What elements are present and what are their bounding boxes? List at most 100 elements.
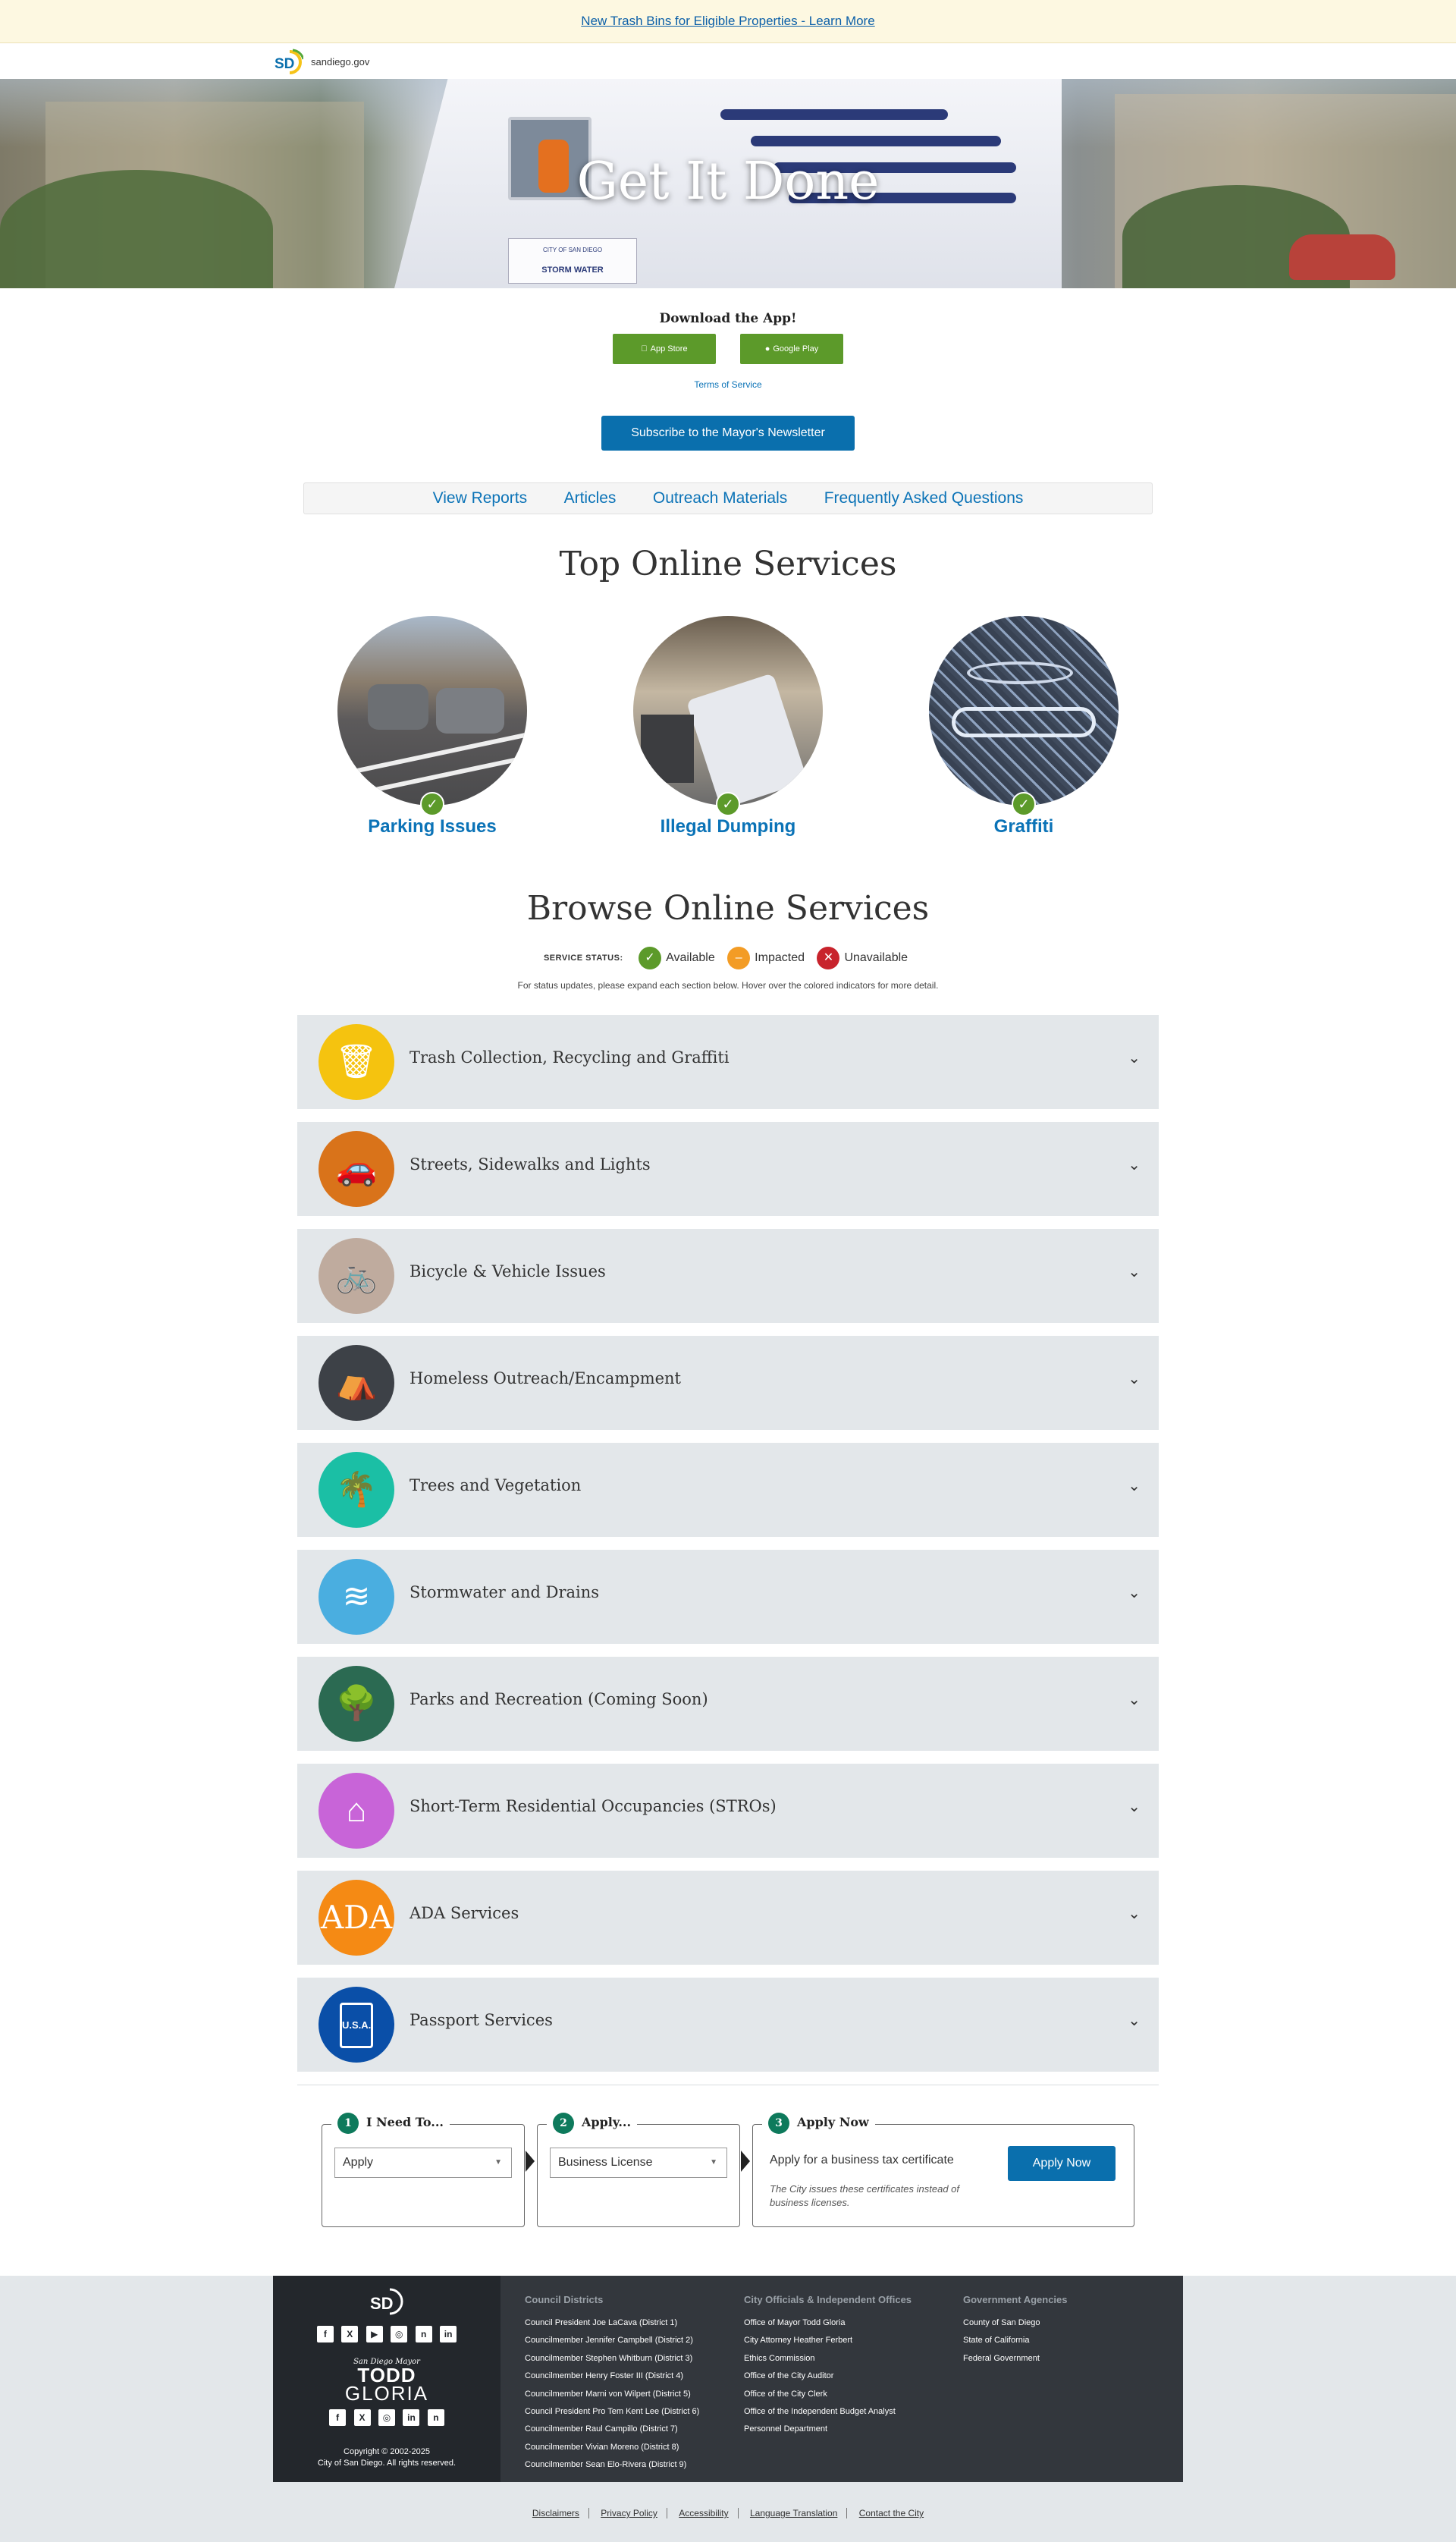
accordion-stros[interactable]: ⌂ Short-Term Residential Occupancies (ST… (297, 1764, 1159, 1858)
nav-view-reports[interactable]: View Reports (433, 483, 528, 514)
chevron-down-icon: ⌄ (1128, 1799, 1141, 1815)
footer-link[interactable]: City Attorney Heather Ferbert (744, 2332, 912, 2349)
footer-link[interactable]: Office of the Independent Budget Analyst (744, 2403, 912, 2421)
facebook-icon[interactable]: f (316, 2326, 334, 2342)
footer-link[interactable]: County of San Diego (963, 2314, 1068, 2332)
newsletter-button[interactable]: Subscribe to the Mayor's Newsletter (601, 416, 855, 451)
top-service-parking[interactable]: ✓ Parking Issues (337, 616, 527, 844)
footer-link[interactable]: Personnel Department (744, 2421, 912, 2438)
copyright: Copyright © 2002-2025 City of San Diego.… (317, 2447, 457, 2468)
footer-link[interactable]: Office of the City Auditor (744, 2368, 912, 2385)
footer-link[interactable]: Councilmember Vivian Moreno (District 8) (525, 2439, 699, 2456)
step-arrow-icon (741, 2151, 750, 2172)
status-available: ✓ Available (639, 947, 715, 969)
terms-of-service-link[interactable]: Terms of Service (0, 379, 1456, 390)
footer-link[interactable]: Council President Joe LaCava (District 1… (525, 2314, 699, 2332)
site-header: SD sandiego.gov (0, 44, 1456, 79)
contact-city-link[interactable]: Contact the City (850, 2508, 933, 2518)
nav-articles[interactable]: Articles (564, 483, 617, 514)
site-domain[interactable]: sandiego.gov (311, 56, 369, 68)
accordion-trash[interactable]: 🗑 Trash Collection, Recycling and Graffi… (297, 1015, 1159, 1109)
accordion-passport[interactable]: U.S.A. Passport Services ⌄ (297, 1978, 1159, 2072)
chevron-down-icon: ⌄ (1128, 1371, 1141, 1387)
top-service-label[interactable]: Illegal Dumping (603, 816, 853, 837)
disclaimers-link[interactable]: Disclaimers (522, 2508, 589, 2518)
caret-down-icon: ▼ (494, 2158, 502, 2167)
footer-link[interactable]: Ethics Commission (744, 2350, 912, 2368)
accordion-ada[interactable]: ADA ADA Services ⌄ (297, 1871, 1159, 1965)
status-impacted: – Impacted (727, 947, 805, 969)
passport-icon: U.S.A. (318, 1987, 394, 2063)
accordion-trees[interactable]: 🌴 Trees and Vegetation ⌄ (297, 1443, 1159, 1537)
apple-icon:  (641, 344, 647, 353)
footer-link[interactable]: State of California (963, 2332, 1068, 2349)
app-store-button[interactable]: App Store (613, 334, 716, 364)
top-service-label[interactable]: Graffiti (899, 816, 1149, 837)
graffiti-photo (929, 616, 1119, 806)
status-available-icon[interactable]: ✓ (716, 792, 740, 816)
youtube-icon[interactable]: ▶ (366, 2326, 383, 2342)
check-icon: ✓ (639, 947, 662, 969)
footer-link[interactable]: Councilmember Marni von Wilpert (Distric… (525, 2386, 699, 2403)
accordion-parks[interactable]: 🌳 Parks and Recreation (Coming Soon) ⌄ (297, 1657, 1159, 1751)
apply-type-select[interactable]: Business License ▼ (550, 2148, 727, 2178)
city-social-links: f X ▶ ◎ n in (273, 2326, 500, 2342)
footer-link[interactable]: Councilmember Jennifer Campbell (Distric… (525, 2332, 699, 2349)
alert-bar: New Trash Bins for Eligible Properties -… (0, 0, 1456, 43)
language-translation-link[interactable]: Language Translation (740, 2508, 848, 2518)
alert-link[interactable]: New Trash Bins for Eligible Properties -… (581, 14, 874, 28)
accordion-streets[interactable]: 🚗 Streets, Sidewalks and Lights ⌄ (297, 1122, 1159, 1216)
hero-banner: CITY OF SAN DIEGO STORM WATER Get It Don… (0, 79, 1456, 288)
top-service-illegal-dumping[interactable]: ✓ Illegal Dumping (633, 616, 823, 844)
house-icon: ⌂ (318, 1773, 394, 1849)
accordion-stormwater[interactable]: ≋ Stormwater and Drains ⌄ (297, 1550, 1159, 1644)
footer-link[interactable]: Councilmember Stephen Whitburn (District… (525, 2350, 699, 2368)
footer-link[interactable]: Office of the City Clerk (744, 2386, 912, 2403)
google-play-button[interactable]: ● Google Play (740, 334, 843, 364)
water-icon: ≋ (318, 1559, 394, 1635)
top-service-label[interactable]: Parking Issues (307, 816, 557, 837)
mayor-social-links: f X ◎ in n (273, 2409, 500, 2426)
trash-icon: 🗑 (318, 1024, 394, 1100)
footer-link[interactable]: Council President Pro Tem Kent Lee (Dist… (525, 2403, 699, 2421)
accordion-bicycle[interactable]: 🚲 Bicycle & Vehicle Issues ⌄ (297, 1229, 1159, 1323)
nav-outreach-materials[interactable]: Outreach Materials (653, 483, 787, 514)
footer-sd-logo-icon[interactable]: SD (369, 2286, 405, 2317)
accordion-homeless[interactable]: ⛺ Homeless Outreach/Encampment ⌄ (297, 1336, 1159, 1430)
x-twitter-icon[interactable]: X (353, 2409, 371, 2426)
status-available-icon[interactable]: ✓ (1012, 792, 1036, 816)
nav-faq[interactable]: Frequently Asked Questions (824, 483, 1024, 514)
footer-link[interactable]: Federal Government (963, 2350, 1068, 2368)
x-twitter-icon[interactable]: X (341, 2326, 359, 2342)
footer-link[interactable]: Councilmember Sean Elo-Rivera (District … (525, 2456, 699, 2474)
sd-logo-icon[interactable]: SD (273, 49, 303, 74)
i-need-to-select[interactable]: Apply ▼ (334, 2148, 512, 2178)
truck-door: CITY OF SAN DIEGO STORM WATER (508, 238, 637, 284)
parking-photo (337, 616, 527, 806)
tree-icon: 🌴 (318, 1452, 394, 1528)
top-service-graffiti[interactable]: ✓ Graffiti (929, 616, 1119, 844)
footer-link[interactable]: Councilmember Henry Foster III (District… (525, 2368, 699, 2385)
chevron-down-icon: ⌄ (1128, 1692, 1141, 1708)
chevron-down-icon: ⌄ (1128, 1157, 1141, 1174)
privacy-policy-link[interactable]: Privacy Policy (592, 2508, 667, 2518)
status-note: For status updates, please expand each s… (517, 980, 939, 991)
footer-link[interactable]: Office of Mayor Todd Gloria (744, 2314, 912, 2332)
nextdoor-icon[interactable]: n (415, 2326, 432, 2342)
nextdoor-icon[interactable]: n (427, 2409, 444, 2426)
footer-link[interactable]: Councilmember Raul Campillo (District 7) (525, 2421, 699, 2438)
mayor-logo[interactable]: San Diego Mayor TODD GLORIA (273, 2358, 500, 2403)
apply-now-button[interactable]: Apply Now (1008, 2146, 1116, 2181)
accessibility-link[interactable]: Accessibility (670, 2508, 739, 2518)
linkedin-icon[interactable]: in (440, 2326, 457, 2342)
footer-col-agencies: Government Agencies County of San Diego … (963, 2294, 1068, 2368)
hero-car (1289, 234, 1395, 280)
streets-icon: 🚗 (318, 1131, 394, 1207)
svg-text:SD: SD (370, 2294, 394, 2313)
chevron-down-icon: ⌄ (1128, 1906, 1141, 1922)
status-available-icon[interactable]: ✓ (420, 792, 444, 816)
facebook-icon[interactable]: f (329, 2409, 347, 2426)
linkedin-icon[interactable]: in (403, 2409, 420, 2426)
instagram-icon[interactable]: ◎ (378, 2409, 395, 2426)
instagram-icon[interactable]: ◎ (391, 2326, 408, 2342)
